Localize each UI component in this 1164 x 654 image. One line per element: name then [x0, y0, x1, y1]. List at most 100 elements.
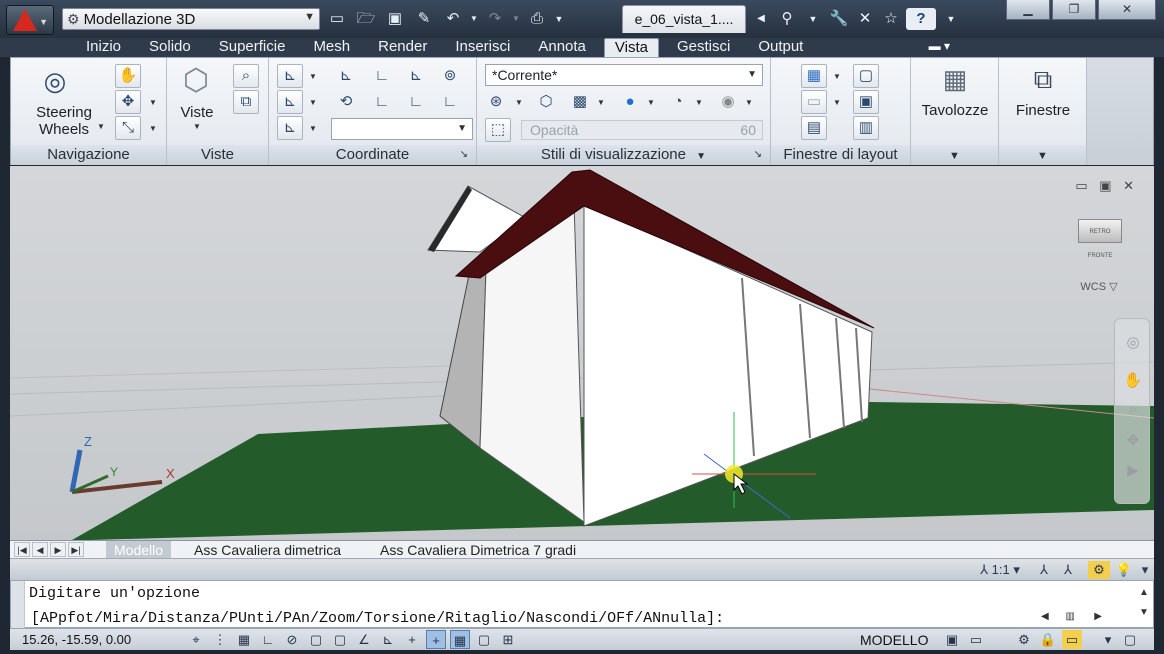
dyn-toggle[interactable]: +	[402, 630, 422, 649]
new-viewport-icon[interactable]: ▢	[853, 64, 879, 88]
chevron-down-icon[interactable]: ▼	[833, 98, 841, 107]
tab-render[interactable]: Render	[368, 38, 437, 57]
plot-icon[interactable]: ⎙	[524, 9, 550, 29]
command-options[interactable]: [APpfot/Mira/Distanza/PUnti/PAn/Zoom/Tor…	[31, 610, 724, 627]
infer-constraints-toggle[interactable]: ⌖	[186, 630, 206, 649]
prev-tab-icon[interactable]: ◀	[32, 542, 48, 557]
workspace-switch-icon[interactable]: ⚙	[1088, 561, 1110, 579]
orbit-nav-icon[interactable]: ✥	[1123, 431, 1143, 451]
workspace-selector[interactable]: ⚙ Modellazione 3D ▼	[62, 8, 320, 30]
next-tab-icon[interactable]: ▶	[50, 542, 66, 557]
tab-layout-2[interactable]: Ass Cavaliera Dimetrica 7 gradi	[372, 541, 584, 559]
grid-toggle[interactable]: ▦	[234, 630, 254, 649]
otrack-toggle[interactable]: ∠	[354, 630, 374, 649]
osnap-toggle[interactable]: ▢	[330, 630, 350, 649]
tab-mesh[interactable]: Mesh	[303, 38, 360, 57]
viewport-clip-icon[interactable]: ▭	[801, 90, 827, 114]
undo-dropdown-icon[interactable]: ▼	[469, 9, 479, 29]
favorites-star-icon[interactable]: ☆	[880, 8, 902, 30]
tab-output[interactable]: Output	[748, 38, 813, 57]
command-hscrollbar[interactable]: ◀ ▥ ▶	[1041, 611, 1137, 627]
polar-toggle[interactable]: ⊘	[282, 630, 302, 649]
command-scrollbar[interactable]: ▲ ▼	[1137, 583, 1151, 627]
tab-annota[interactable]: Annota	[528, 38, 596, 57]
dialog-launcher-icon[interactable]: ↘	[460, 145, 468, 165]
wrench-icon[interactable]: 🔧	[828, 8, 850, 30]
viewcube-left-face[interactable]: RETRO	[1090, 229, 1111, 235]
drawing-viewport[interactable]: Z Y X ▭ ▣ ✕ RETRO FRONTE WCS ▽ ◎ ✋ ⌕ ✥ ▶	[10, 166, 1154, 540]
edge-effects-icon[interactable]: ⊛	[483, 90, 509, 114]
chevron-down-icon[interactable]: ▼	[745, 98, 753, 107]
tab-modello[interactable]: Modello	[106, 541, 172, 559]
new-file-icon[interactable]: ▭	[324, 9, 350, 29]
quick-view-layouts-icon[interactable]: ▣	[942, 630, 962, 649]
ucs-world-icon[interactable]: ⊾	[333, 64, 359, 88]
opacity-toggle-icon[interactable]: ⬚	[485, 118, 511, 142]
redo-dropdown-icon[interactable]: ▼	[511, 9, 521, 29]
chevron-down-icon[interactable]: ▼	[193, 122, 201, 131]
snap-toggle[interactable]: ⋮	[210, 630, 230, 649]
ortho-toggle[interactable]: ∟	[258, 630, 278, 649]
model-space-label[interactable]: MODELLO	[860, 631, 928, 649]
tab-vista[interactable]: Vista	[603, 38, 659, 57]
chevron-down-icon[interactable]: ▼	[97, 122, 105, 131]
pan-nav-icon[interactable]: ✋	[1123, 371, 1143, 391]
osnap-3d-toggle[interactable]: ▢	[306, 630, 326, 649]
tab-superficie[interactable]: Superficie	[209, 38, 296, 57]
named-views-icon[interactable]: ⌕	[233, 64, 259, 88]
tab-solido[interactable]: Solido	[139, 38, 201, 57]
ucs-x-icon[interactable]: ∟	[369, 64, 395, 88]
steering-wheels-label[interactable]: Steering Wheels	[21, 104, 107, 138]
command-line[interactable]: Digitare un'opzione [APpfot/Mira/Distanz…	[10, 580, 1154, 629]
search-dropdown-icon[interactable]: ▼	[802, 8, 824, 30]
tab-inserisci[interactable]: Inserisci	[445, 38, 520, 57]
customize-toolbar-icon[interactable]: ▼	[553, 9, 565, 29]
binoculars-icon[interactable]: ⚲	[776, 8, 798, 30]
chevron-down-icon[interactable]: ▼	[515, 98, 523, 107]
chevron-down-icon[interactable]: ▼	[597, 98, 605, 107]
orbit-icon[interactable]: ✥	[115, 90, 141, 114]
ucs-object-icon[interactable]: ⊚	[437, 64, 463, 88]
viewport-join-icon[interactable]: ▤	[801, 116, 827, 140]
coordinates-readout[interactable]: 15.26, -15.59, 0.00	[22, 631, 131, 649]
lineweight-toggle[interactable]: +	[426, 630, 446, 649]
tavolozze-expand[interactable]: ▼	[911, 145, 998, 165]
ucs-face-icon[interactable]: ⊾	[403, 64, 429, 88]
quick-view-drawings-icon[interactable]: ▭	[966, 630, 986, 649]
lights-icon[interactable]: ◔	[665, 90, 691, 114]
tavolozze-label[interactable]: Tavolozze	[911, 102, 999, 119]
face-style-icon[interactable]: ⬡	[533, 90, 559, 114]
close-button[interactable]: ✕	[1098, 0, 1156, 20]
opacity-slider[interactable]: Opacità 60	[521, 120, 763, 140]
dialog-launcher-icon[interactable]: ↘	[754, 145, 762, 165]
save-as-icon[interactable]: ✎	[411, 9, 437, 29]
redo-icon[interactable]: ↷	[482, 9, 508, 29]
ucs-previous-icon[interactable]: ⟲	[333, 90, 359, 114]
pan-hand-icon[interactable]: ✋	[115, 64, 141, 88]
viewport-window-controls[interactable]: ▭ ▣ ✕	[1075, 178, 1138, 194]
wcs-menu[interactable]: WCS ▽	[1074, 279, 1124, 295]
finestre-label[interactable]: Finestre	[999, 102, 1087, 119]
viewport-single-icon[interactable]: ▣	[853, 90, 879, 114]
ucs-3point-icon[interactable]: ∟	[437, 90, 463, 114]
steering-wheel-icon[interactable]: ◎	[35, 64, 75, 98]
ducs-toggle[interactable]: ⊾	[378, 630, 398, 649]
ucs-y-icon[interactable]: ∟	[369, 90, 395, 114]
ucs-icon[interactable]: ⊾	[277, 64, 303, 88]
selection-cycling-toggle[interactable]: ⊞	[498, 630, 518, 649]
visual-style-select[interactable]: *Corrente* ▼	[485, 64, 763, 86]
save-icon[interactable]: ▣	[382, 9, 408, 29]
chevron-down-icon[interactable]: ▼	[833, 72, 841, 81]
chevron-down-icon[interactable]: ▼	[696, 151, 706, 162]
annotation-visibility-icon[interactable]: ⅄	[1034, 561, 1054, 579]
command-line-grip[interactable]	[11, 581, 25, 629]
chevron-down-icon[interactable]: ▼	[149, 124, 157, 133]
restore-button[interactable]: ❐	[1052, 0, 1096, 20]
viewcube[interactable]: RETRO FRONTE	[1078, 219, 1122, 259]
viste-label[interactable]: Viste	[171, 104, 223, 121]
ucs-named-select[interactable]: ▼	[331, 118, 473, 140]
help-dropdown-icon[interactable]: ▼	[940, 8, 962, 30]
status-bar-menu-icon[interactable]: ▾	[1098, 630, 1118, 649]
undo-icon[interactable]: ↶	[440, 9, 466, 29]
zoom-nav-icon[interactable]: ⌕	[1123, 401, 1143, 421]
